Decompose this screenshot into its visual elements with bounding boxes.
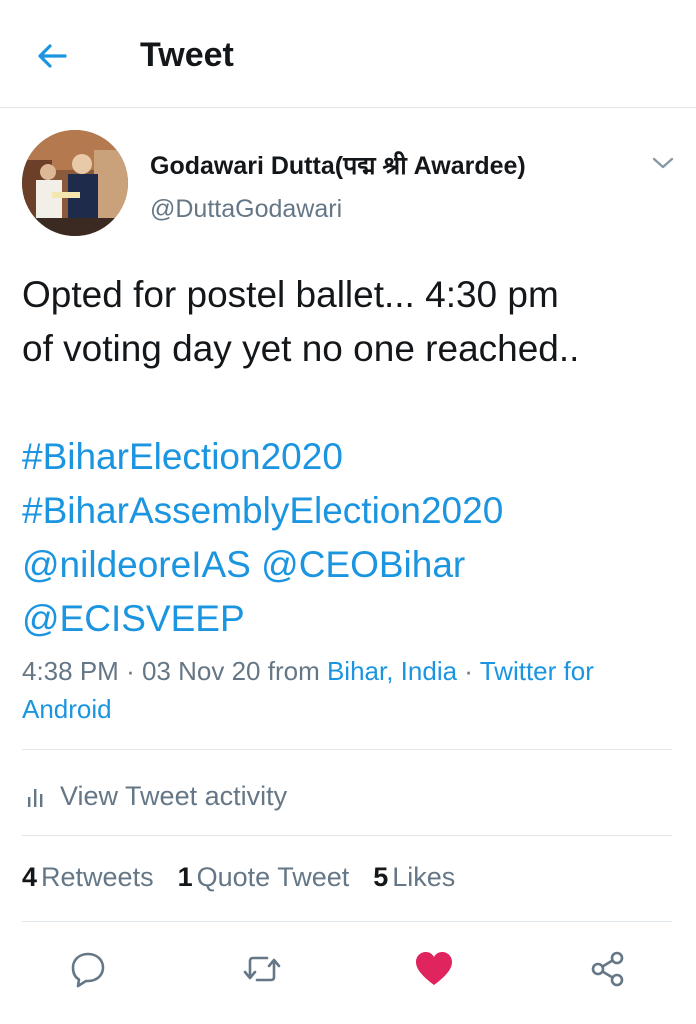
mention-link[interactable]: @ECISVEEP	[22, 598, 245, 639]
retweets-count: 4	[22, 862, 38, 892]
likes-stat[interactable]: 5 Likes	[373, 862, 455, 893]
tweet-date: 03 Nov 20	[141, 656, 261, 686]
likes-count: 5	[373, 862, 389, 892]
view-tweet-activity-button[interactable]: View Tweet activity	[26, 776, 287, 816]
reply-button[interactable]	[64, 945, 112, 993]
avatar[interactable]	[22, 130, 128, 236]
mention-link[interactable]: @CEOBihar	[261, 544, 465, 585]
meta-separator: ·	[126, 656, 135, 686]
tweet-options-button[interactable]	[648, 150, 678, 176]
meta-separator: ·	[464, 656, 473, 686]
hashtag-link[interactable]: #BiharElection2020	[22, 436, 343, 477]
retweets-label: Retweets	[41, 862, 154, 892]
avatar-photo	[22, 130, 128, 236]
back-button[interactable]	[30, 34, 74, 78]
bar-chart-icon	[26, 785, 46, 807]
retweet-icon	[243, 956, 281, 982]
page-title: Tweet	[140, 36, 234, 74]
tweet-text-line: Opted for postel ballet... 4:30 pm	[22, 274, 559, 315]
reply-icon	[71, 952, 105, 988]
tweet-text-line: of voting day yet no one reached..	[22, 328, 580, 369]
top-bar: Tweet	[0, 0, 696, 108]
tweet-text: Opted for postel ballet... 4:30 pm of vo…	[22, 268, 672, 646]
view-tweet-activity-label: View Tweet activity	[60, 780, 288, 811]
location-link[interactable]: Bihar, India	[327, 656, 457, 686]
mention-link[interactable]: @nildeoreIAS	[22, 544, 251, 585]
likes-label: Likes	[392, 862, 456, 892]
divider	[22, 921, 672, 922]
share-button[interactable]	[584, 945, 632, 993]
author-name[interactable]: Godawari Dutta(पद्म श्री Awardee)	[150, 148, 526, 182]
tweet-meta: 4:38 PM · 03 Nov 20 from Bihar, India · …	[22, 652, 672, 728]
tweet-actions	[0, 945, 696, 993]
quote-tweets-label: Quote Tweet	[196, 862, 350, 892]
tweet-stats: 4 Retweets 1 Quote Tweet 5 Likes	[22, 862, 479, 893]
heart-icon	[416, 952, 452, 985]
quote-tweets-stat[interactable]: 1 Quote Tweet	[178, 862, 350, 893]
divider	[22, 835, 672, 836]
chevron-down-icon	[652, 157, 674, 169]
client-part1: Twitter for	[479, 656, 594, 686]
divider	[22, 749, 672, 750]
author-handle[interactable]: @DuttaGodawari	[150, 195, 342, 224]
from-label: from	[267, 656, 320, 686]
tweet-time: 4:38 PM	[22, 656, 119, 686]
retweets-stat[interactable]: 4 Retweets	[22, 862, 154, 893]
arrow-left-icon	[38, 44, 67, 68]
client-part2: Android	[22, 694, 112, 724]
like-button[interactable]	[410, 945, 458, 993]
quote-tweets-count: 1	[177, 862, 193, 892]
retweet-button[interactable]	[238, 945, 286, 993]
share-icon	[591, 951, 624, 987]
hashtag-link[interactable]: #BiharAssemblyElection2020	[22, 490, 503, 531]
